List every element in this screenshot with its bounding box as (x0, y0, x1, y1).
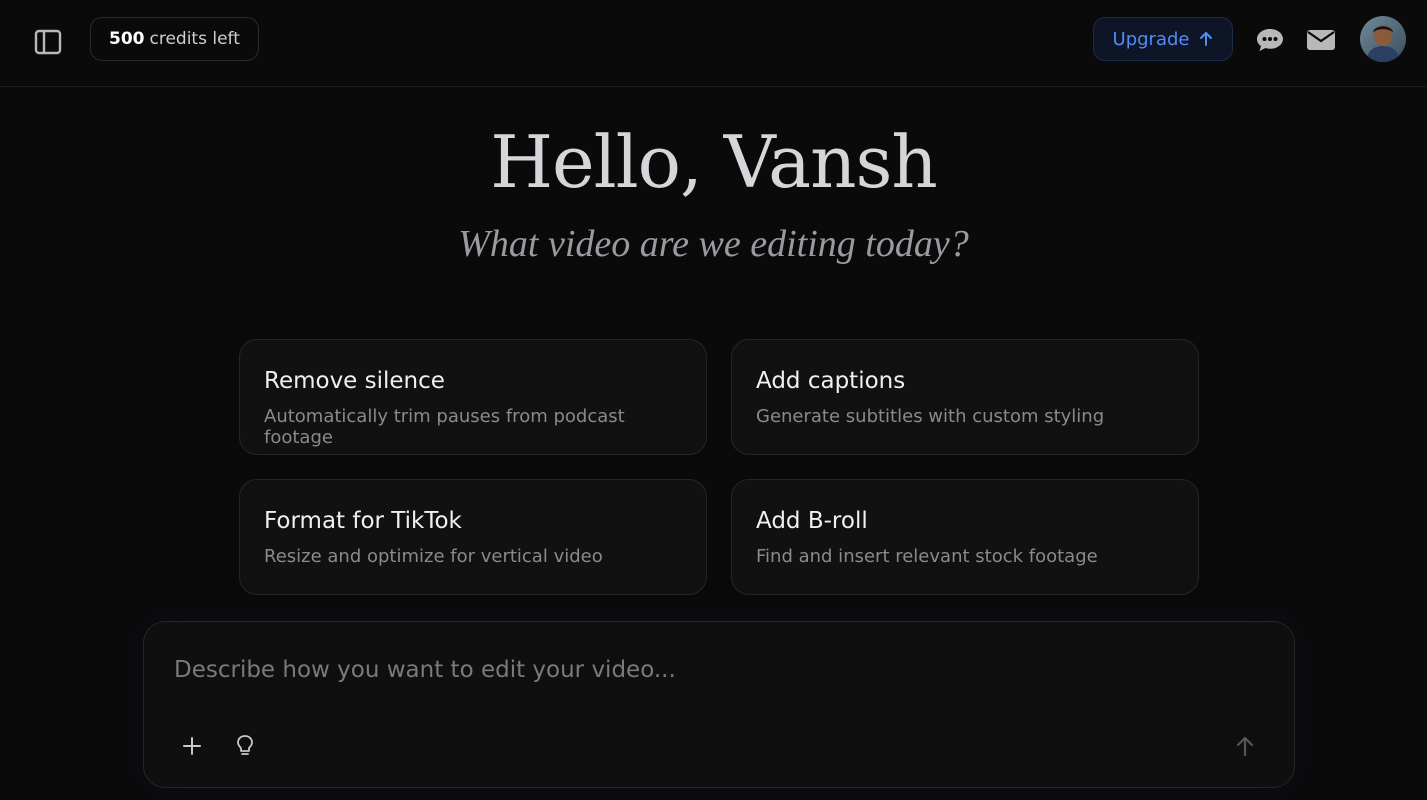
prompt-input[interactable] (174, 652, 1174, 688)
suggestion-description: Automatically trim pauses from podcast f… (264, 406, 625, 448)
mail-button[interactable] (1305, 24, 1337, 56)
sidebar-toggle-button[interactable] (33, 28, 63, 56)
credits-badge: 500 credits left (90, 17, 259, 61)
ideas-button[interactable] (229, 730, 261, 762)
suggestion-description: Generate subtitles with custom styling (756, 406, 1105, 427)
mail-icon (1307, 30, 1335, 50)
user-avatar[interactable] (1360, 16, 1406, 62)
suggestion-title: Add B-roll (756, 508, 868, 534)
attach-button[interactable] (176, 730, 208, 762)
credits-label: credits left (149, 29, 240, 49)
suggestion-description: Find and insert relevant stock footage (756, 546, 1098, 567)
chat-icon (1257, 29, 1283, 51)
suggestion-title: Add captions (756, 368, 906, 394)
arrow-up-icon (1236, 736, 1254, 757)
greeting-heading: Hello, Vansh (490, 120, 938, 204)
sidebar-toggle-icon (34, 29, 62, 55)
chat-button[interactable] (1254, 24, 1286, 56)
upgrade-label: Upgrade (1112, 28, 1190, 50)
top-bar: 500 credits left Upgrade (0, 0, 1427, 87)
suggestion-card-format-tiktok[interactable]: Format for TikTok Resize and optimize fo… (239, 479, 707, 595)
greeting-subtitle: What video are we editing today? (458, 223, 969, 265)
avatar-image (1360, 16, 1406, 62)
prompt-composer (143, 621, 1295, 788)
suggestion-title: Format for TikTok (264, 508, 462, 534)
suggestion-description: Resize and optimize for vertical video (264, 546, 603, 567)
credits-count: 500 (109, 29, 145, 49)
suggestion-card-add-captions[interactable]: Add captions Generate subtitles with cus… (731, 339, 1199, 455)
suggestion-card-remove-silence[interactable]: Remove silence Automatically trim pauses… (239, 339, 707, 455)
suggestion-title: Remove silence (264, 368, 445, 394)
upgrade-button[interactable]: Upgrade (1093, 17, 1233, 61)
suggestion-card-add-broll[interactable]: Add B-roll Find and insert relevant stoc… (731, 479, 1199, 595)
lightbulb-icon (237, 735, 253, 755)
arrow-up-icon (1200, 32, 1213, 46)
plus-icon (183, 737, 201, 755)
send-button[interactable] (1229, 730, 1261, 762)
